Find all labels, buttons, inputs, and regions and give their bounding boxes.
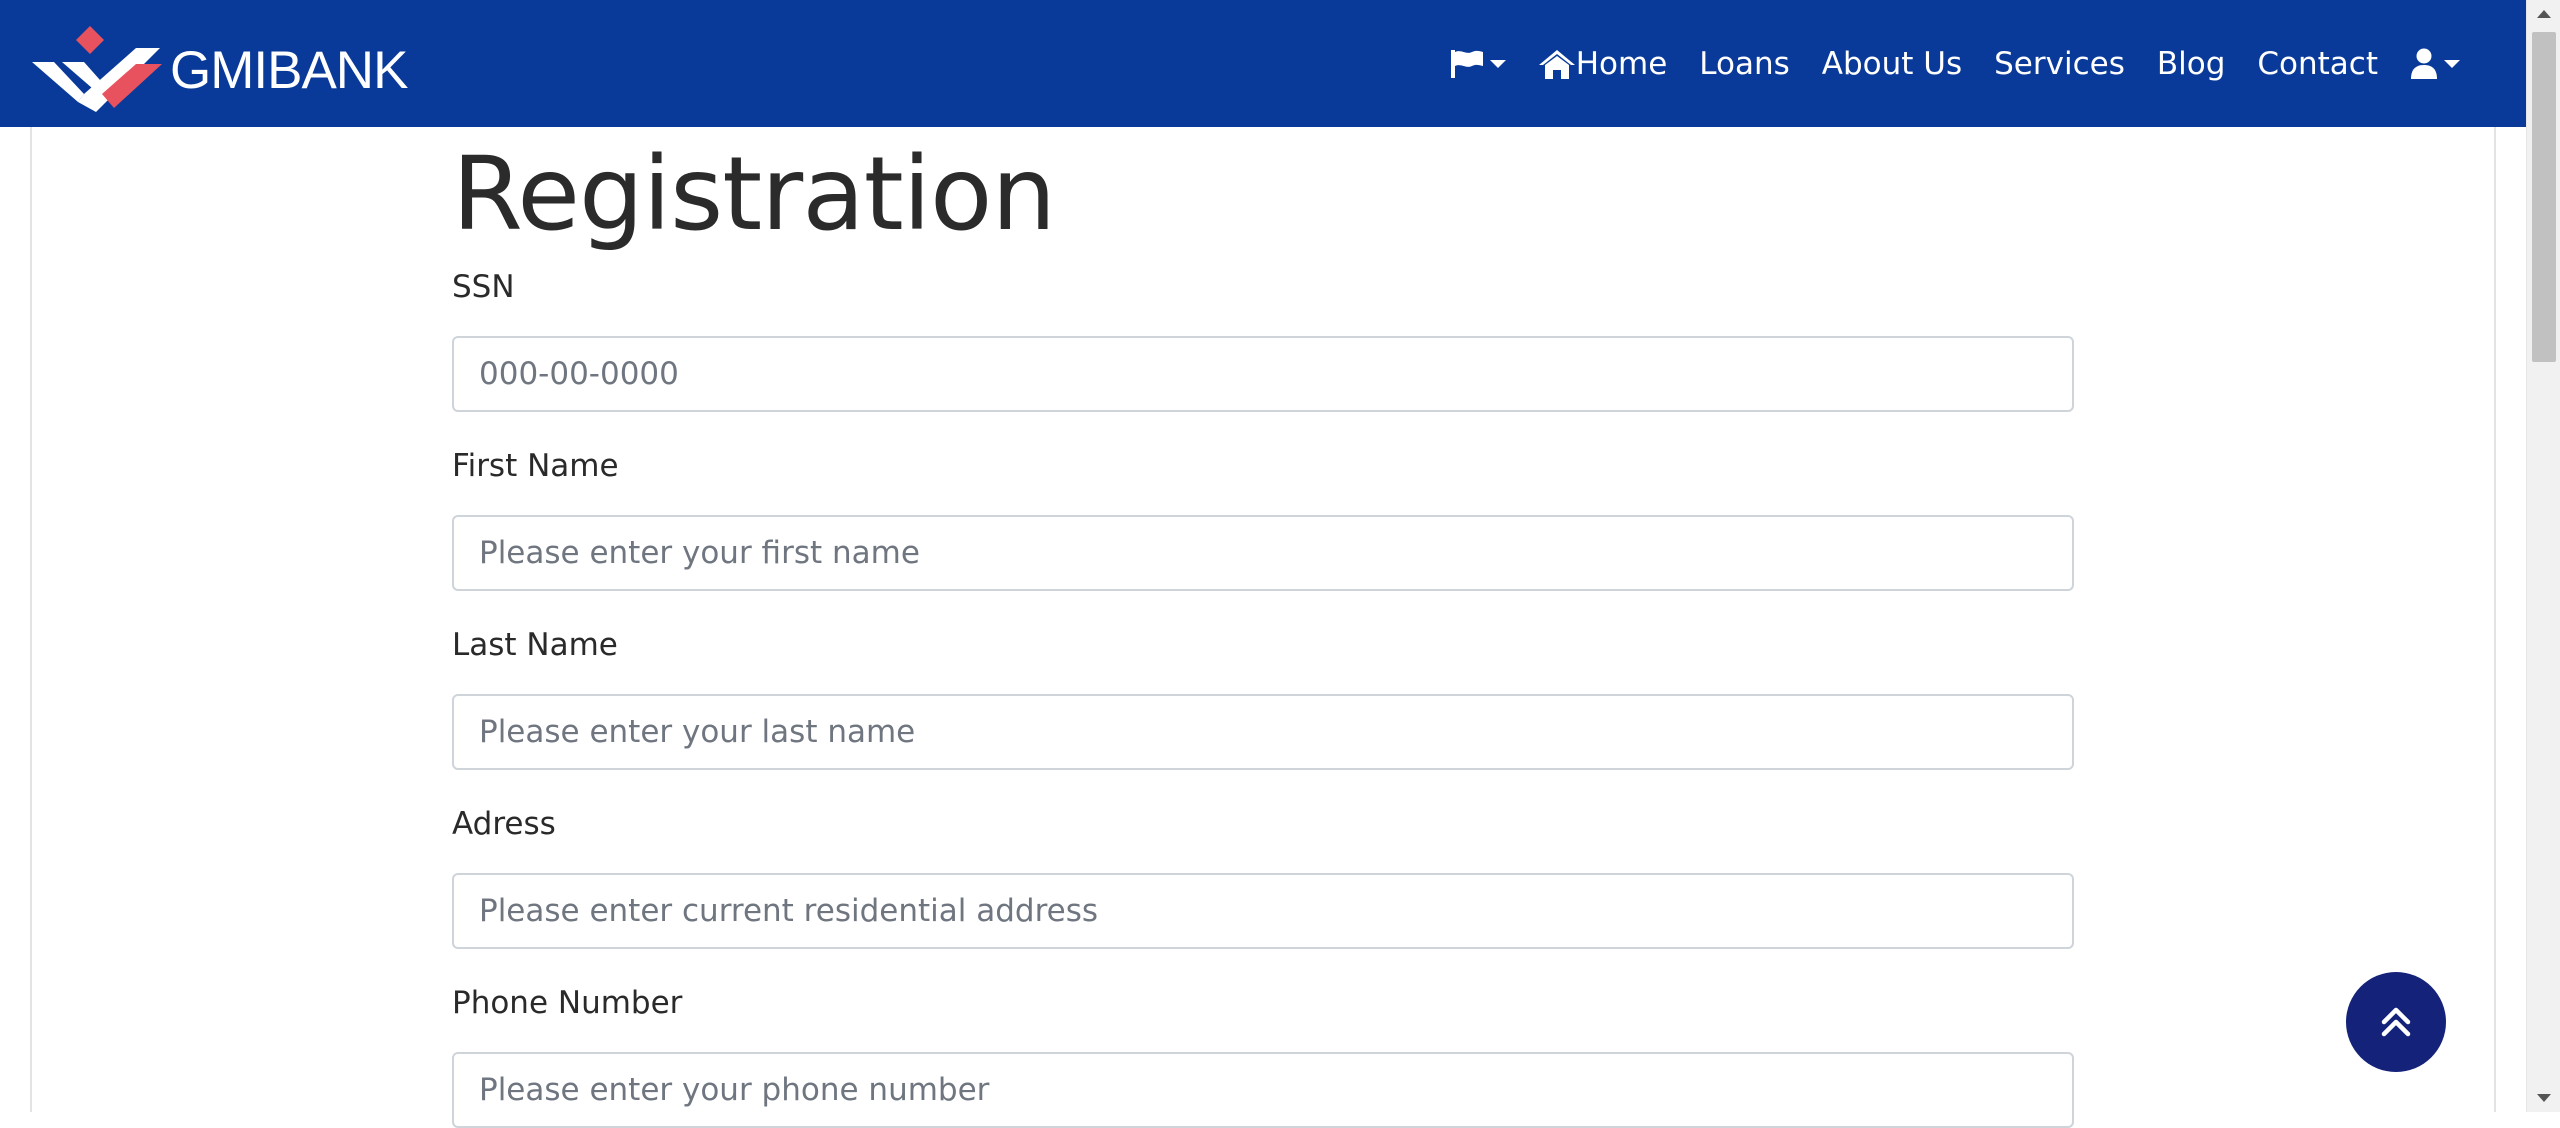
language-dropdown[interactable] xyxy=(1434,49,1522,79)
scroll-down-arrow-icon[interactable] xyxy=(2537,1094,2551,1102)
scroll-up-arrow-icon[interactable] xyxy=(2537,10,2551,18)
address-field-group: Adress xyxy=(452,804,2074,949)
phone-label: Phone Number xyxy=(452,985,683,1021)
user-icon xyxy=(2411,48,2437,79)
page-title: Registration xyxy=(452,135,1056,254)
address-label: Adress xyxy=(452,806,556,842)
home-icon xyxy=(1538,49,1575,79)
first-name-field-group: First Name xyxy=(452,446,2074,591)
nav-contact[interactable]: Contact xyxy=(2241,46,2394,82)
main-nav: Home Loans About Us Services Blog Contac… xyxy=(1434,0,2476,127)
first-name-input[interactable] xyxy=(452,515,2074,591)
last-name-field-group: Last Name xyxy=(452,625,2074,770)
brand-logo[interactable]: GMIBANK xyxy=(32,24,408,114)
first-name-label: First Name xyxy=(452,448,619,484)
phone-input[interactable] xyxy=(452,1052,2074,1128)
account-dropdown[interactable] xyxy=(2394,48,2476,80)
double-chevron-up-icon xyxy=(2381,1007,2411,1037)
scrollbar-thumb[interactable] xyxy=(2532,32,2556,362)
gmibank-logo-icon xyxy=(32,26,162,112)
chevron-down-icon xyxy=(1489,59,1506,68)
flag-icon xyxy=(1450,49,1483,78)
phone-field-group: Phone Number xyxy=(452,983,2074,1128)
nav-blog[interactable]: Blog xyxy=(2141,46,2242,82)
nav-services[interactable]: Services xyxy=(1978,46,2141,82)
navbar: GMIBANK Home Loans About Us Services Blo… xyxy=(0,0,2526,127)
scroll-to-top-button[interactable] xyxy=(2346,972,2446,1072)
ssn-field-group: SSN xyxy=(452,267,2074,412)
nav-home[interactable]: Home xyxy=(1522,46,1684,82)
ssn-input[interactable] xyxy=(452,336,2074,412)
brand-name: GMIBANK xyxy=(170,40,408,100)
nav-about-us[interactable]: About Us xyxy=(1806,46,1978,82)
last-name-input[interactable] xyxy=(452,694,2074,770)
chevron-down-icon xyxy=(2444,59,2460,68)
nav-home-label: Home xyxy=(1575,45,1668,82)
vertical-scrollbar[interactable] xyxy=(2526,0,2560,1112)
last-name-label: Last Name xyxy=(452,627,618,663)
address-input[interactable] xyxy=(452,873,2074,949)
ssn-label: SSN xyxy=(452,269,515,305)
nav-loans[interactable]: Loans xyxy=(1683,46,1806,82)
